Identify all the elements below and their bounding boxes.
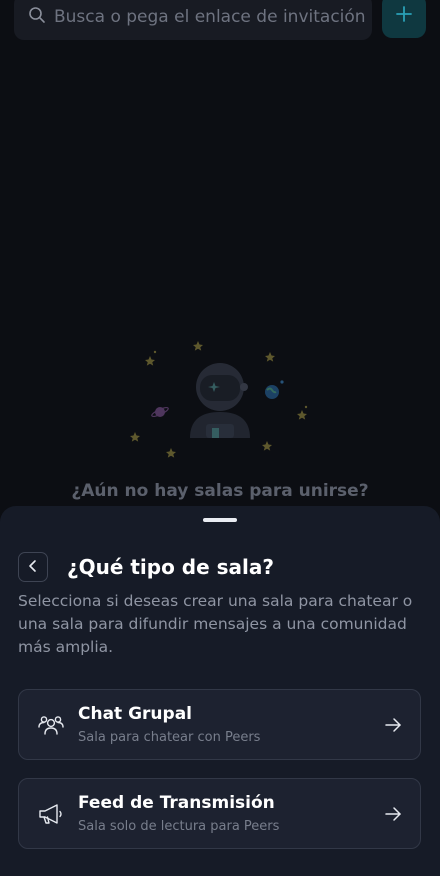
option-group-chat[interactable]: Chat Grupal Sala para chatear con Peers: [18, 689, 421, 760]
room-type-sheet: ¿Qué tipo de sala? Selecciona si deseas …: [0, 506, 440, 876]
users-icon: [38, 713, 64, 737]
option-broadcast-feed[interactable]: Feed de Transmisión Sala solo de lectura…: [18, 778, 421, 849]
sheet-handle[interactable]: [203, 518, 237, 522]
sheet-description: Selecciona si deseas crear una sala para…: [18, 592, 413, 656]
empty-state-title: ¿Aún no hay salas para unirse?: [71, 481, 369, 501]
option-title: Chat Grupal: [78, 704, 193, 724]
back-button[interactable]: [18, 552, 48, 582]
add-room-button[interactable]: [382, 0, 426, 38]
arrow-right-icon: [384, 805, 402, 823]
option-title: Feed de Transmisión: [78, 793, 275, 813]
option-subtitle: Sala solo de lectura para Peers: [78, 819, 280, 834]
search-box[interactable]: [14, 0, 372, 40]
option-subtitle: Sala para chatear con Peers: [78, 730, 261, 745]
search-input[interactable]: [54, 7, 372, 27]
search-row: [14, 0, 426, 40]
plus-icon: [395, 5, 413, 27]
search-icon: [28, 6, 46, 28]
arrow-right-icon: [384, 716, 402, 734]
sheet-title: ¿Qué tipo de sala?: [67, 555, 275, 579]
megaphone-icon: [38, 802, 64, 826]
chevron-left-icon: [28, 558, 38, 577]
astronaut-icon: [130, 340, 310, 465]
